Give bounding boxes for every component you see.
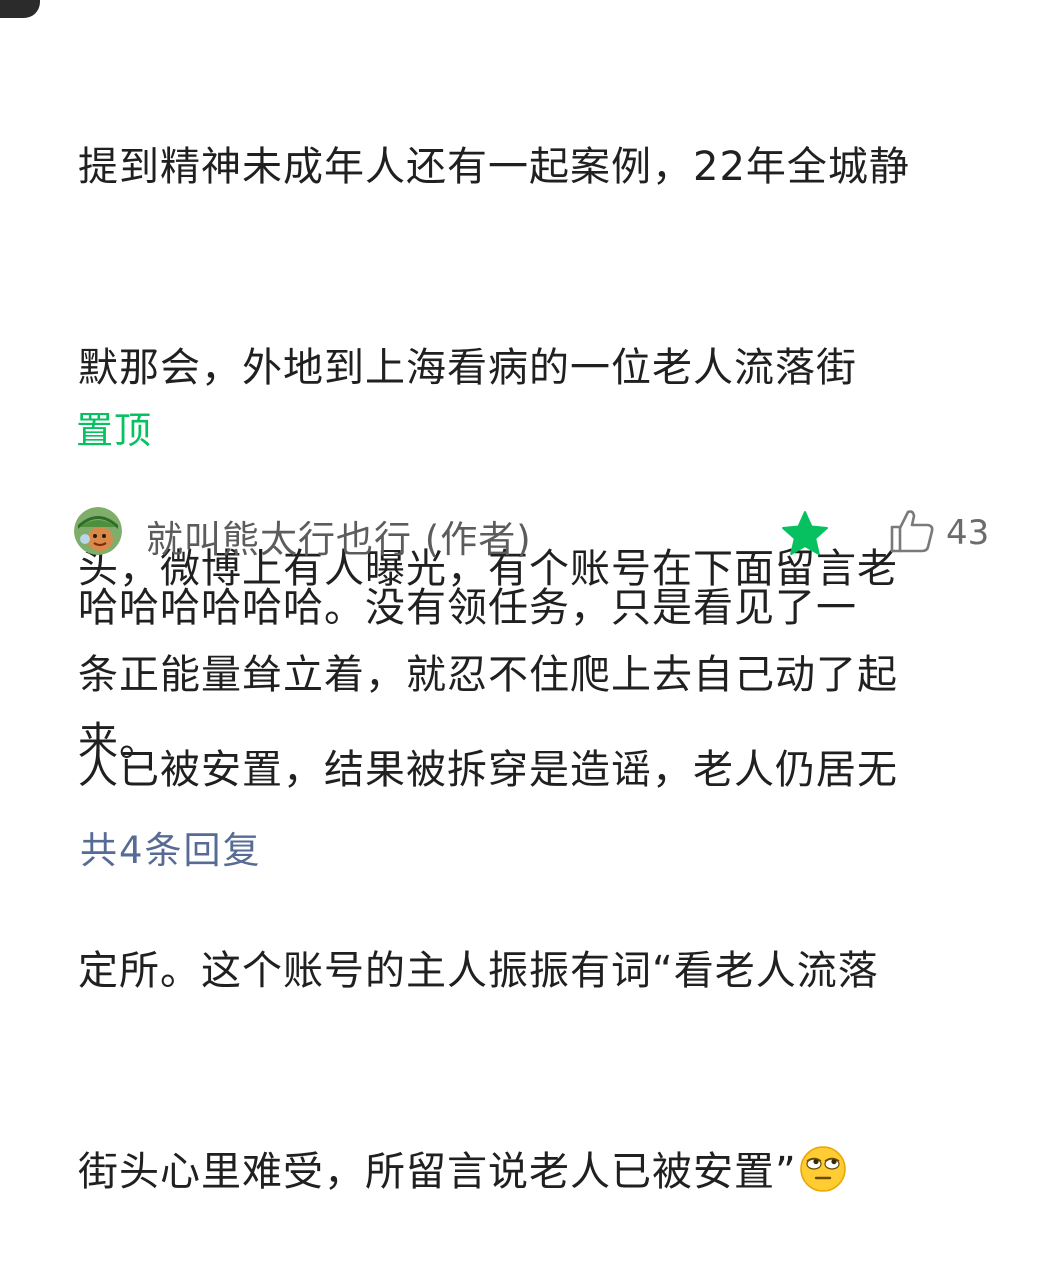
rolling-eyes-emoji-icon xyxy=(799,1145,847,1193)
reply-line: 来。 xyxy=(78,719,160,765)
avatar[interactable] xyxy=(74,507,122,555)
comment-line: 提到精神未成年人还有一起案例，22年全城静 xyxy=(78,144,910,190)
reply-header: 就叫熊太行也行 (作者) 43 xyxy=(74,505,1004,561)
comment-line: 默那会，外地到上海看病的一位老人流落街 xyxy=(78,345,857,391)
thumbs-up-icon xyxy=(886,506,936,560)
comment-line-text: 街头心里难受，所留言说老人已被安置” xyxy=(78,1149,797,1195)
top-corner-element xyxy=(0,0,40,18)
reply-text: 哈哈哈哈哈哈。没有领任务，只是看见了一 条正能量耸立着，就忍不住爬上去自己动了起… xyxy=(78,575,988,776)
author-name[interactable]: 就叫熊太行也行 (作者) xyxy=(146,509,532,563)
comment-line: 定所。这个账号的主人振振有词“看老人流落 xyxy=(78,948,879,994)
star-icon[interactable] xyxy=(780,509,830,559)
like-count: 43 xyxy=(946,513,990,553)
reply-line: 哈哈哈哈哈哈。没有领任务，只是看见了一 xyxy=(78,585,857,631)
like-button[interactable]: 43 xyxy=(886,507,989,559)
pinned-label: 置顶 xyxy=(76,409,152,452)
comment-line-last: 街头心里难受，所留言说老人已被安置” xyxy=(78,1139,988,1206)
view-more-replies-link[interactable]: 共4条回复 xyxy=(80,820,262,874)
reply-line: 条正能量耸立着，就忍不住爬上去自己动了起 xyxy=(78,652,898,698)
